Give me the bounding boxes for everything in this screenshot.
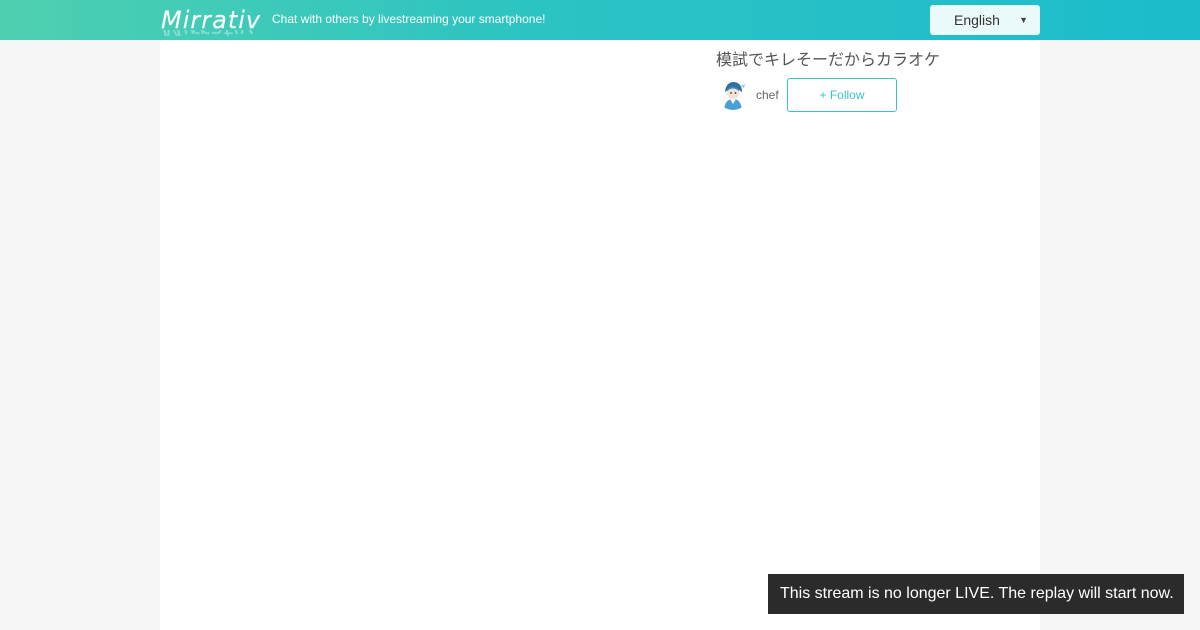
top-navigation-bar: Mirrativ Mirrativ Chat with others by li… (0, 0, 1200, 40)
logo-reflection-text: Mirrativ (161, 30, 253, 36)
stream-title: 模試でキレそーだからカラオケ (716, 50, 941, 69)
streamer-avatar[interactable] (717, 78, 749, 110)
stream-ended-toast: This stream is no longer LIVE. The repla… (768, 574, 1184, 614)
language-select[interactable]: English ▼ (930, 5, 1040, 35)
site-tagline: Chat with others by livestreaming your s… (272, 12, 546, 26)
dropdown-arrow-icon: ▼ (1019, 15, 1028, 25)
logo-reflection: Mirrativ (161, 30, 253, 36)
stream-content-panel: 模試でキレそーだからカラオケ chef + Follow (160, 40, 1040, 630)
user-avatar-icon (717, 78, 749, 110)
language-select-value: English (954, 12, 1000, 28)
streamer-name[interactable]: chef (756, 88, 779, 102)
follow-button[interactable]: + Follow (787, 78, 897, 112)
